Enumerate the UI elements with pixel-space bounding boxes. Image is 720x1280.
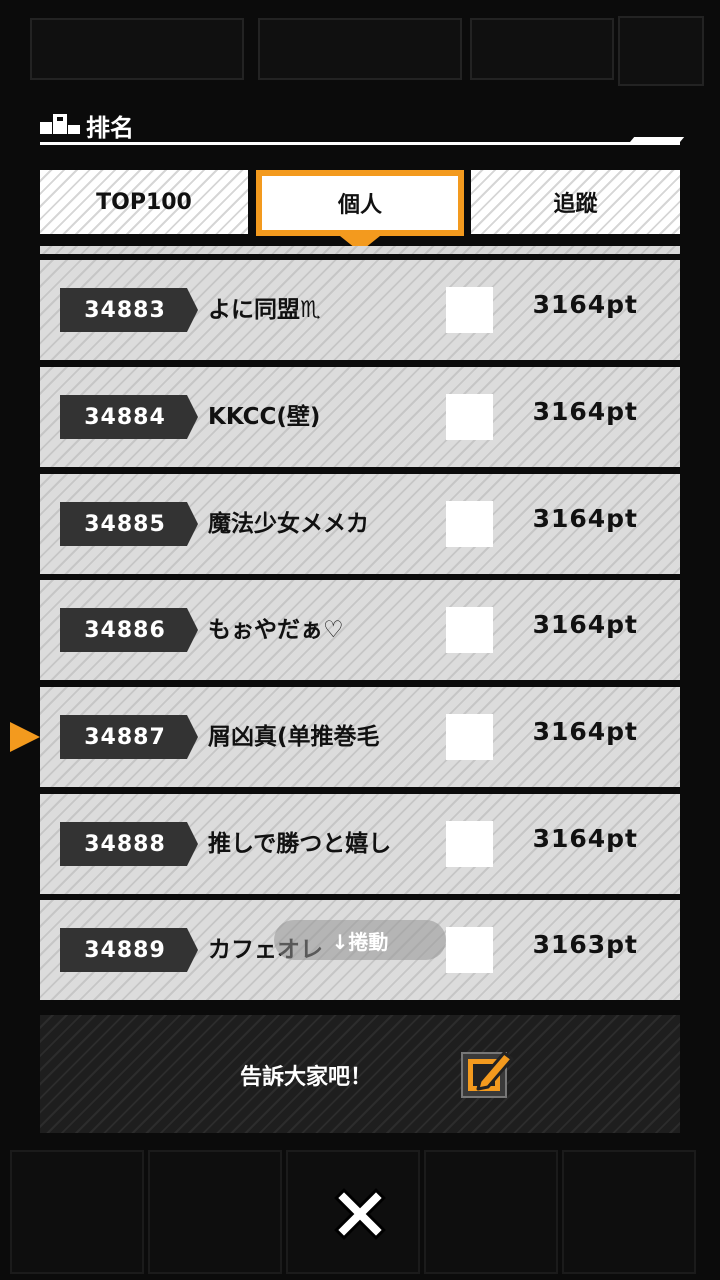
page-title: 排名 (86, 114, 134, 142)
rank-badge: 34885 (60, 502, 198, 546)
podium-icon (40, 114, 80, 134)
hud-menu-box (618, 16, 704, 86)
rank-badge: 34887 (60, 715, 198, 759)
ranking-row[interactable]: 34885 魔法少女メメカ 3164pt (40, 474, 680, 574)
hud-player-box (30, 18, 244, 80)
ranking-row[interactable]: 34888 推しで勝つと嬉し 3164pt (40, 794, 680, 894)
tab-label: TOP100 (96, 189, 192, 215)
player-points: 3164pt (532, 290, 638, 319)
ranking-header: 排名 (40, 104, 685, 148)
rank-badge: 34889 (60, 928, 198, 972)
bg-tile (424, 1150, 558, 1274)
close-icon[interactable] (334, 1188, 386, 1240)
bg-tile (148, 1150, 282, 1274)
bg-tile (10, 1150, 144, 1274)
header-divider-accent (630, 137, 685, 142)
background-hud (0, 0, 720, 95)
player-name: よに同盟♏ (208, 297, 321, 323)
share-bar[interactable]: 告訴大家吧！ (40, 1015, 680, 1133)
ranking-row[interactable]: 34883 よに同盟♏ 3164pt (40, 260, 680, 360)
rank-badge: 34886 (60, 608, 198, 652)
bg-tile (562, 1150, 696, 1274)
tab-label: 追蹤 (553, 192, 598, 217)
list-top-edge (40, 246, 680, 254)
scroll-hint[interactable]: ↓捲動 (274, 920, 446, 960)
player-avatar[interactable] (446, 501, 493, 547)
player-name: KKCC(壁) (208, 404, 321, 430)
tab-personal[interactable]: 個人 (256, 170, 464, 236)
player-points: 3164pt (532, 610, 638, 639)
rank-badge: 34888 (60, 822, 198, 866)
ranking-row-self[interactable]: 34887 屑凶真(单推巻毛 3164pt (40, 687, 680, 787)
player-points: 3164pt (532, 717, 638, 746)
player-name: もぉやだぁ♡ (208, 617, 344, 643)
player-avatar[interactable] (446, 287, 493, 333)
share-label: 告訴大家吧！ (240, 1065, 373, 1090)
rank-badge: 34883 (60, 288, 198, 332)
player-avatar[interactable] (446, 927, 493, 973)
player-avatar[interactable] (446, 714, 493, 760)
player-name: 魔法少女メメカ (208, 511, 369, 537)
player-avatar[interactable] (446, 394, 493, 440)
player-avatar[interactable] (446, 821, 493, 867)
edit-icon[interactable] (460, 1045, 516, 1101)
hud-resource-box (470, 18, 614, 80)
rank-badge: 34884 (60, 395, 198, 439)
player-name: 屑凶真(单推巻毛 (208, 724, 380, 750)
self-position-marker (10, 722, 40, 752)
ranking-row[interactable]: 34884 KKCC(壁) 3164pt (40, 367, 680, 467)
tab-following[interactable]: 追蹤 (471, 170, 680, 234)
player-name: 推しで勝つと嬉し (208, 831, 392, 857)
tab-label: 個人 (337, 193, 382, 218)
player-points: 3164pt (532, 824, 638, 853)
tab-top100[interactable]: TOP100 (40, 170, 248, 234)
player-points: 3163pt (532, 930, 638, 959)
hud-score-box (258, 18, 462, 80)
ranking-row[interactable]: 34886 もぉやだぁ♡ 3164pt (40, 580, 680, 680)
header-divider (40, 142, 680, 145)
player-points: 3164pt (532, 397, 638, 426)
player-avatar[interactable] (446, 607, 493, 653)
player-points: 3164pt (532, 504, 638, 533)
